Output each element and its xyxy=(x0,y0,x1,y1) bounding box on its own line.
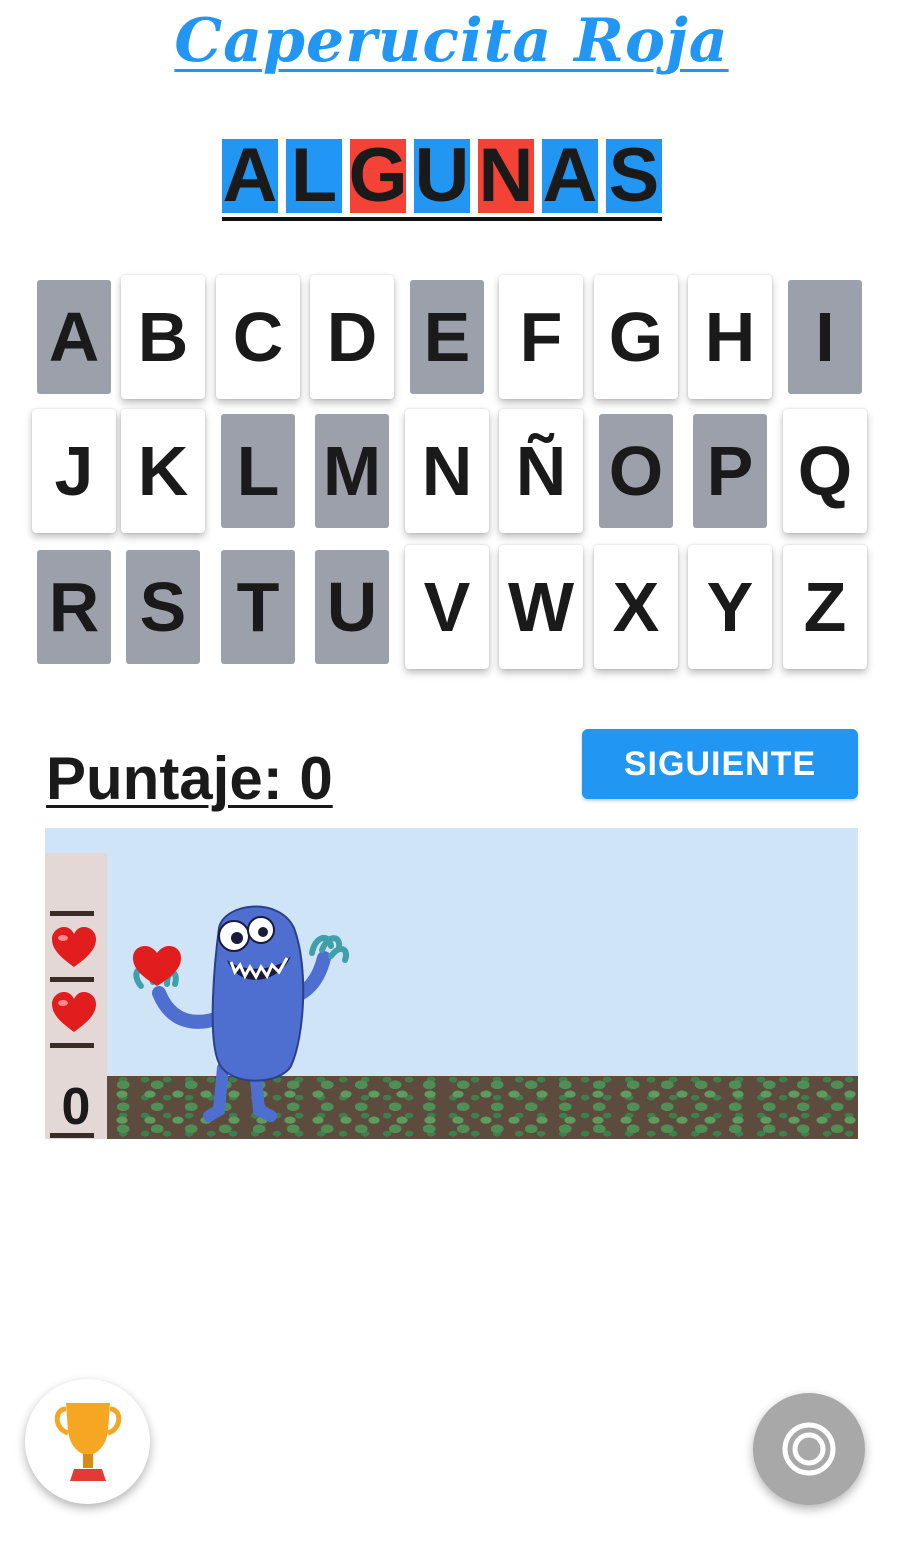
key-d[interactable]: D xyxy=(310,275,394,399)
key-h[interactable]: H xyxy=(688,275,772,399)
lives-divider xyxy=(50,977,94,982)
key-u: U xyxy=(315,550,389,664)
key-f[interactable]: F xyxy=(499,275,583,399)
key-w[interactable]: W xyxy=(499,545,583,669)
app-title: Caperucita Roja xyxy=(174,6,729,76)
word-letter-tile: A xyxy=(222,133,278,218)
word-letter-tile: A xyxy=(542,133,598,218)
lives-divider xyxy=(50,911,94,916)
word-letter-tile: L xyxy=(286,138,342,214)
key-r: R xyxy=(37,550,111,664)
key-n[interactable]: N xyxy=(405,409,489,533)
key-p: P xyxy=(693,414,767,528)
lives-panel: 0 xyxy=(45,853,107,1139)
key-z[interactable]: Z xyxy=(783,545,867,669)
key-a: A xyxy=(37,280,111,394)
key-q[interactable]: Q xyxy=(783,409,867,533)
key-s: S xyxy=(126,550,200,664)
key-y[interactable]: Y xyxy=(688,545,772,669)
trophy-icon xyxy=(54,1402,121,1481)
key-m: M xyxy=(315,414,389,528)
key-x[interactable]: X xyxy=(594,545,678,669)
next-button[interactable]: SIGUIENTE xyxy=(582,729,858,799)
key-b[interactable]: B xyxy=(121,275,205,399)
record-icon xyxy=(782,1422,836,1476)
lives-counter: 0 xyxy=(61,1078,91,1136)
score-label: Puntaje: 0 xyxy=(46,745,333,812)
key-k[interactable]: K xyxy=(121,409,205,533)
key-enye[interactable]: Ñ xyxy=(499,409,583,533)
key-v[interactable]: V xyxy=(405,545,489,669)
key-c[interactable]: C xyxy=(216,275,300,399)
key-j[interactable]: J xyxy=(32,409,116,533)
key-t: T xyxy=(221,550,295,664)
game-stage: 0 xyxy=(45,828,858,1139)
word-letter-tile: N xyxy=(478,133,534,218)
lives-divider xyxy=(50,1133,94,1138)
monster-character xyxy=(133,905,349,1122)
heart-icon xyxy=(52,927,96,967)
key-l: L xyxy=(221,414,295,528)
word-letter-tile: S xyxy=(606,138,662,214)
word-display: ALGUNAS xyxy=(222,133,662,221)
key-g[interactable]: G xyxy=(594,275,678,399)
word-letter-tile: U xyxy=(414,133,470,218)
lives-divider xyxy=(50,1043,94,1048)
key-i: I xyxy=(788,280,862,394)
trophy-button[interactable] xyxy=(25,1379,150,1504)
key-e: E xyxy=(410,280,484,394)
heart-icon xyxy=(52,992,96,1032)
record-button[interactable] xyxy=(753,1393,865,1505)
key-o: O xyxy=(599,414,673,528)
word-letter-tile: G xyxy=(348,133,408,218)
